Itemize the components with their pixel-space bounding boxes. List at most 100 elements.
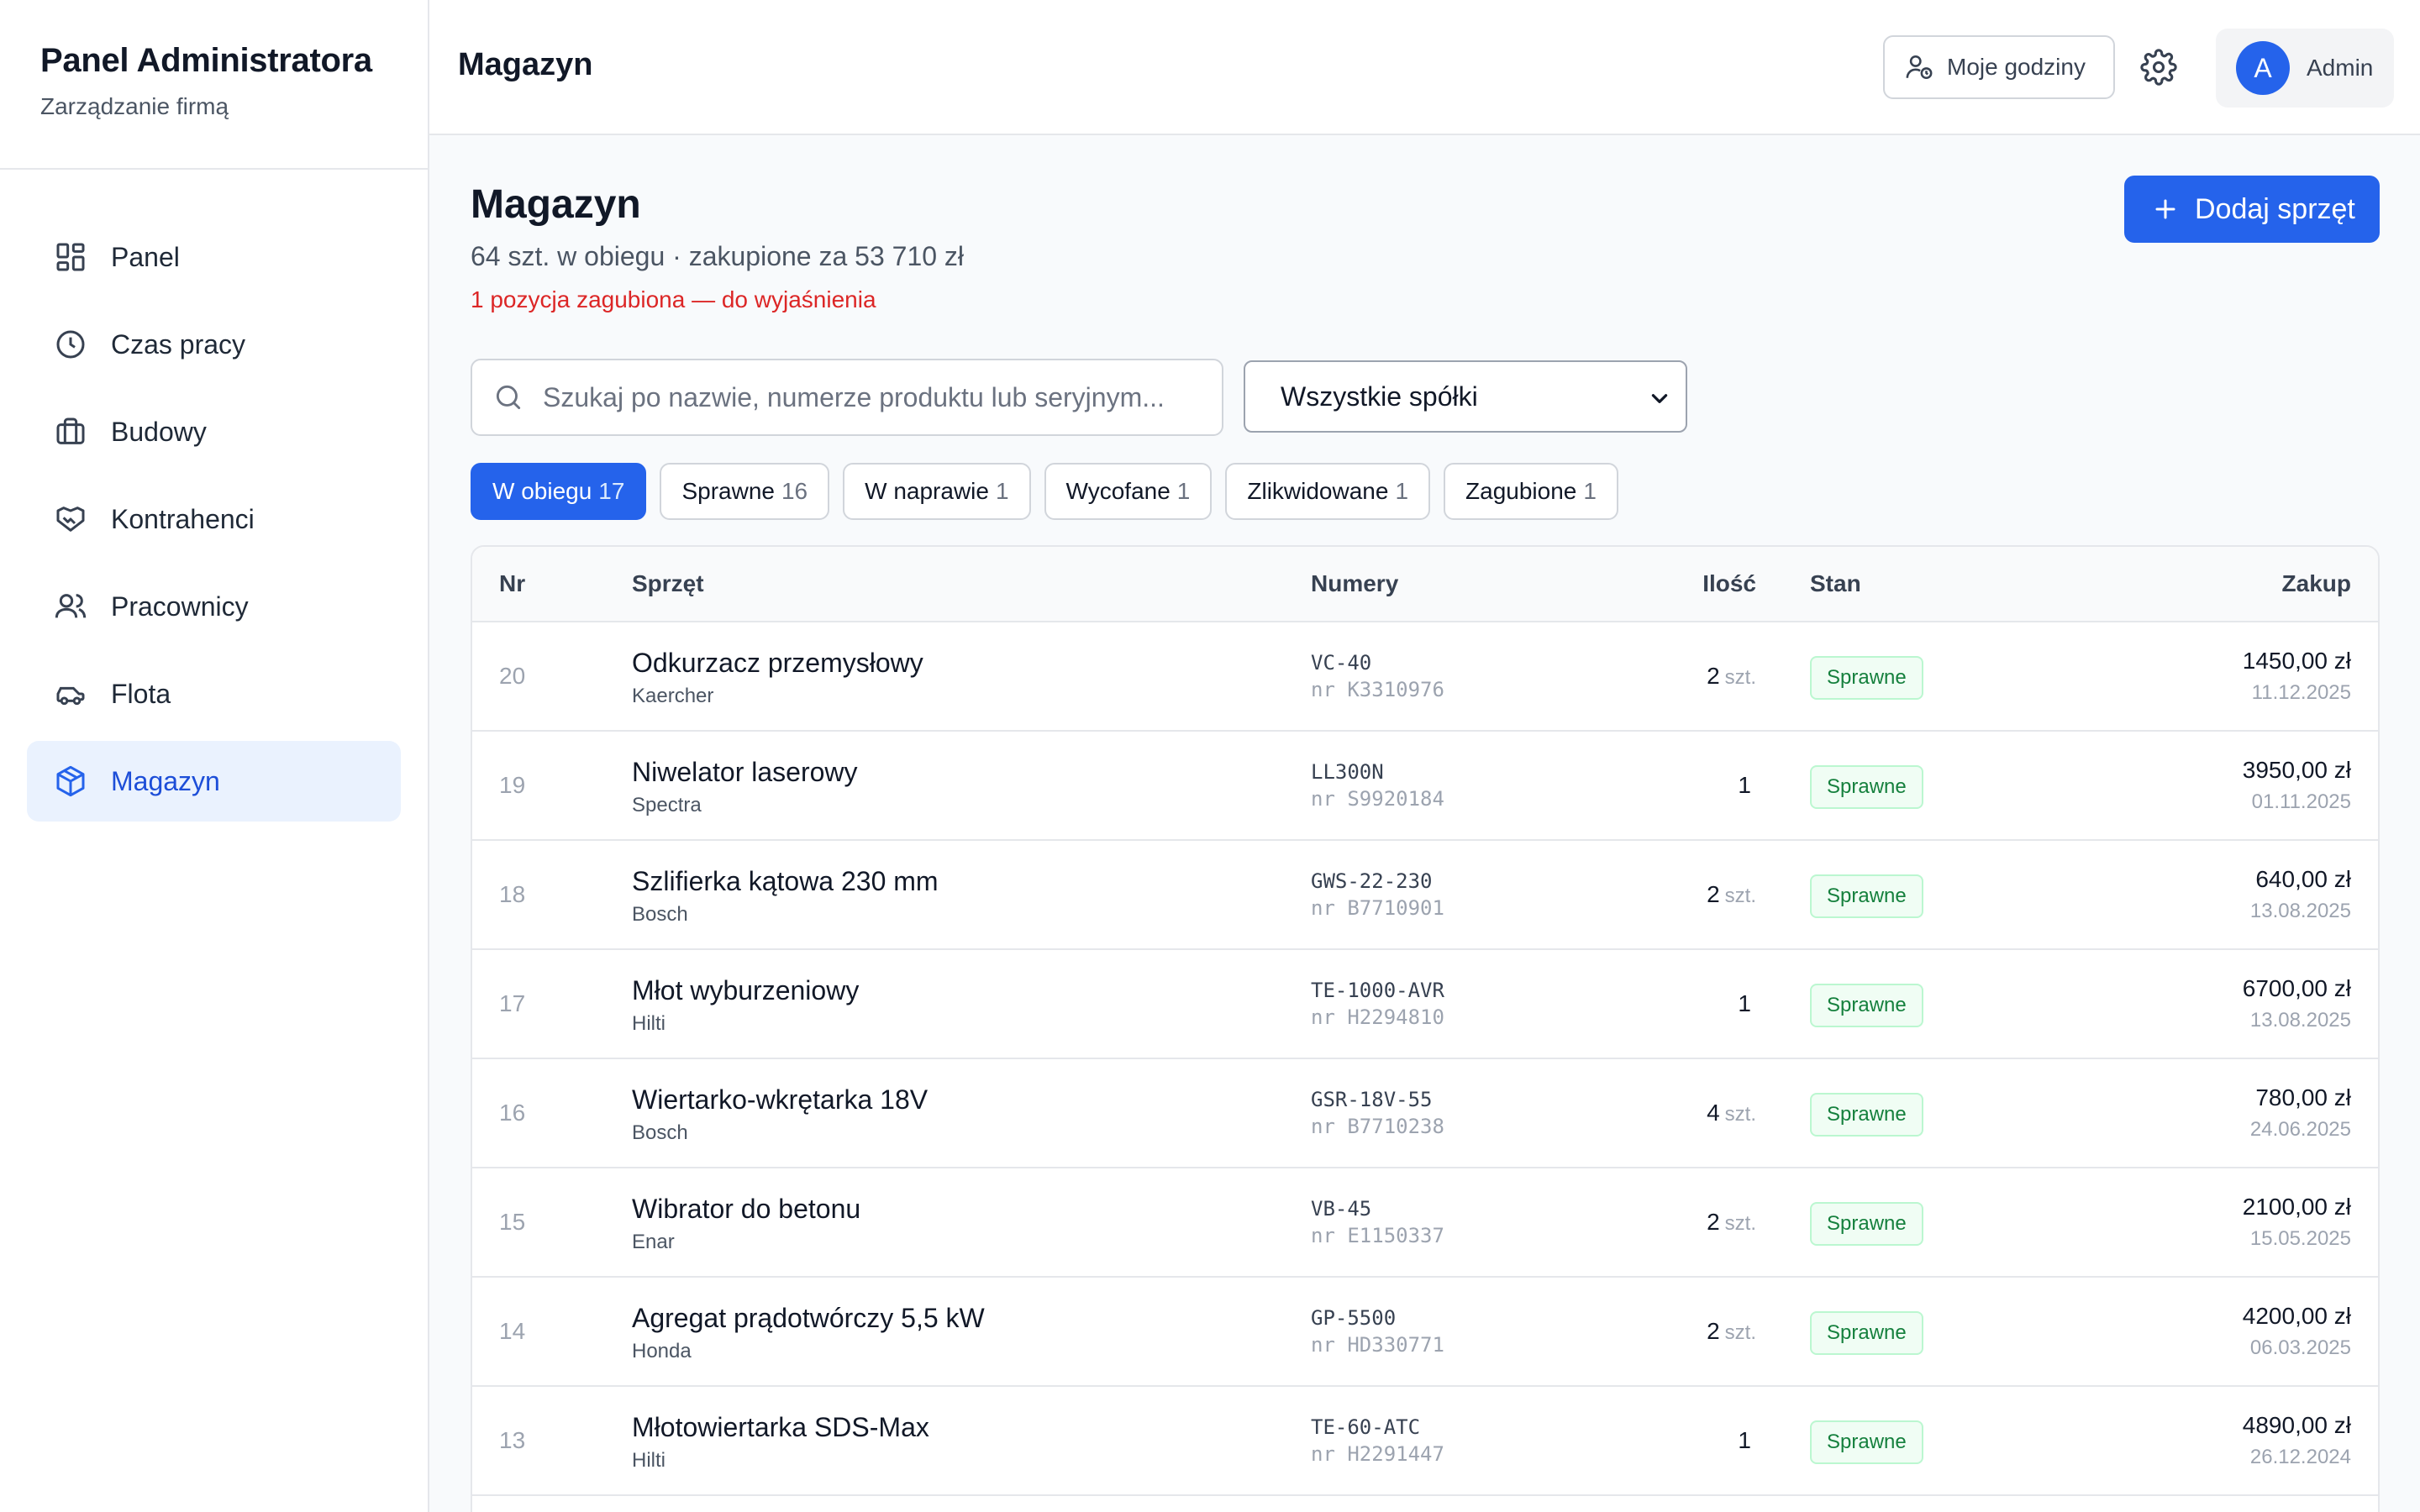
item-quantity: 2 szt. (1707, 1318, 1756, 1345)
column-header-purchase[interactable]: Zakup (2282, 570, 2351, 597)
my-hours-button[interactable]: Moje godziny (1883, 35, 2115, 99)
item-model-number: GP-5500 (1311, 1306, 1397, 1330)
row-number: 19 (499, 772, 526, 798)
filter-w-naprawie[interactable]: W naprawie 1 (843, 463, 1031, 520)
column-header-qty[interactable]: Ilość (1702, 570, 1756, 597)
item-brand: Honda (632, 1340, 692, 1362)
item-model-number: VC-40 (1311, 651, 1372, 675)
filter-label: Zagubione (1465, 478, 1577, 504)
filter-sprawne[interactable]: Sprawne 16 (660, 463, 830, 520)
item-serial-number: nr K3310976 (1311, 678, 1444, 701)
filter-count: 16 (781, 478, 808, 504)
column-header-status[interactable]: Stan (1810, 570, 1861, 597)
item-name: Wibrator do betonu (632, 1194, 861, 1224)
row-number: 15 (499, 1209, 526, 1235)
package-icon (54, 764, 87, 798)
table-row[interactable]: 14 Agregat prądotwórczy 5,5 kW Honda GP-… (472, 1278, 2378, 1387)
quantity-value: 1 (1738, 772, 1751, 798)
user-clock-icon (1905, 53, 1933, 81)
table-row[interactable]: 16 Wiertarko-wkrętarka 18V Bosch GSR-18V… (472, 1059, 2378, 1168)
item-model-number: GWS-22-230 (1311, 869, 1433, 893)
inventory-summary: 64 szt. w obiegu · zakupione za 53 710 z… (471, 241, 965, 271)
status-badge: Sprawne (1810, 1420, 1923, 1464)
item-name: Odkurzacz przemysłowy (632, 648, 923, 678)
quantity-unit: szt. (1724, 1212, 1756, 1235)
item-name: Szlifierka kątowa 230 mm (632, 866, 939, 896)
filter-count: 17 (598, 478, 625, 504)
item-brand: Hilti (632, 1449, 666, 1472)
briefcase-icon (54, 415, 87, 449)
settings-button[interactable] (2140, 49, 2177, 86)
purchase-date: 11.12.2025 (2251, 681, 2351, 704)
item-model-number: VB-45 (1311, 1197, 1372, 1221)
add-equipment-button[interactable]: Dodaj sprzęt (2124, 176, 2380, 243)
row-number: 16 (499, 1100, 526, 1126)
status-badge: Sprawne (1810, 1202, 1923, 1246)
search-box (471, 359, 1223, 436)
table-row[interactable]: 17 Młot wyburzeniowy Hilti TE-1000-AVR n… (472, 950, 2378, 1059)
quantity-value: 2 (1707, 663, 1720, 689)
filter-count: 1 (1176, 478, 1191, 504)
status-badge: Sprawne (1810, 656, 1923, 700)
purchase-price: 640,00 zł (2255, 866, 2351, 892)
search-input[interactable] (543, 381, 1198, 413)
table-row[interactable]: 15 Wibrator do betonu Enar VB-45 nr E115… (472, 1168, 2378, 1278)
item-brand: Enar (632, 1231, 675, 1253)
column-header-nr[interactable]: Nr (499, 570, 525, 597)
purchase-price: 4890,00 zł (2242, 1412, 2351, 1438)
filter-label: Zlikwidowane (1247, 478, 1389, 504)
user-name: Admin (2307, 55, 2374, 81)
add-equipment-label: Dodaj sprzęt (2195, 192, 2355, 225)
filter-count: 1 (1583, 478, 1597, 504)
quantity-value: 1 (1738, 990, 1751, 1016)
sidebar-item-budowy[interactable]: Budowy (27, 391, 401, 472)
plus-icon (2153, 197, 2178, 222)
purchase-price: 1450,00 zł (2242, 648, 2351, 674)
item-name: Wiertarko-wkrętarka 18V (632, 1084, 929, 1115)
sidebar-item-label: Budowy (111, 416, 207, 447)
filter-wycofane[interactable]: Wycofane 1 (1044, 463, 1213, 520)
quantity-unit: szt. (1724, 1103, 1756, 1126)
user-menu-button[interactable]: A Admin (2216, 29, 2394, 108)
table-row[interactable]: 19 Niwelator laserowy Spectra LL300N nr … (472, 732, 2378, 841)
purchase-date: 15.05.2025 (2249, 1227, 2351, 1250)
sidebar-item-kontrahenci[interactable]: Kontrahenci (27, 479, 401, 559)
item-serial-number: nr S9920184 (1311, 787, 1444, 811)
sidebar-item-panel[interactable]: Panel (27, 217, 401, 297)
item-brand: Bosch (632, 1121, 688, 1144)
purchase-date: 06.03.2025 (2249, 1336, 2351, 1359)
status-badge: Sprawne (1810, 984, 1923, 1027)
filter-w-obiegu[interactable]: W obiegu 17 (471, 463, 647, 520)
quantity-unit: szt. (1724, 1321, 1756, 1344)
filter-label: Sprawne (681, 478, 775, 504)
sidebar-item-czas-pracy[interactable]: Czas pracy (27, 304, 401, 385)
column-header-item[interactable]: Sprzęt (632, 570, 704, 597)
app-subtitle: Zarządzanie firmą (40, 93, 229, 119)
row-number: 14 (499, 1318, 526, 1344)
purchase-date: 01.11.2025 (2251, 790, 2351, 813)
sidebar-item-pracownicy[interactable]: Pracownicy (27, 566, 401, 647)
filter-label: W naprawie (865, 478, 989, 504)
sidebar-item-magazyn[interactable]: Magazyn (27, 741, 401, 822)
item-quantity: 1 (1738, 772, 1756, 799)
sidebar-item-flota[interactable]: Flota (27, 654, 401, 734)
filter-label: Wycofane (1065, 478, 1171, 504)
status-badge: Sprawne (1810, 765, 1923, 809)
status-badge: Sprawne (1810, 1093, 1923, 1137)
status-badge: Sprawne (1810, 874, 1923, 918)
table-row[interactable]: 18 Szlifierka kątowa 230 mm Bosch GWS-22… (472, 841, 2378, 950)
column-header-numbers[interactable]: Numery (1311, 570, 1398, 597)
quantity-value: 1 (1738, 1427, 1751, 1453)
filter-zlikwidowane[interactable]: Zlikwidowane 1 (1225, 463, 1431, 520)
item-quantity: 4 szt. (1707, 1100, 1756, 1126)
table-row[interactable]: 13 Młotowiertarka SDS-Max Hilti TE-60-AT… (472, 1387, 2378, 1496)
dashboard-icon (54, 240, 87, 274)
item-name: Młot wyburzeniowy (632, 975, 860, 1005)
table-body: 20 Odkurzacz przemysłowy Kaercher VC-40 … (472, 622, 2378, 1496)
car-icon (54, 677, 87, 711)
purchase-price: 2100,00 zł (2242, 1194, 2351, 1220)
company-select[interactable]: Wszystkie spółki (1244, 360, 1687, 433)
sidebar-nav: Panel Czas pracy Budowy Kontrahenci Prac… (0, 170, 428, 822)
table-row[interactable]: 20 Odkurzacz przemysłowy Kaercher VC-40 … (472, 622, 2378, 732)
filter-zagubione[interactable]: Zagubione 1 (1444, 463, 1618, 520)
